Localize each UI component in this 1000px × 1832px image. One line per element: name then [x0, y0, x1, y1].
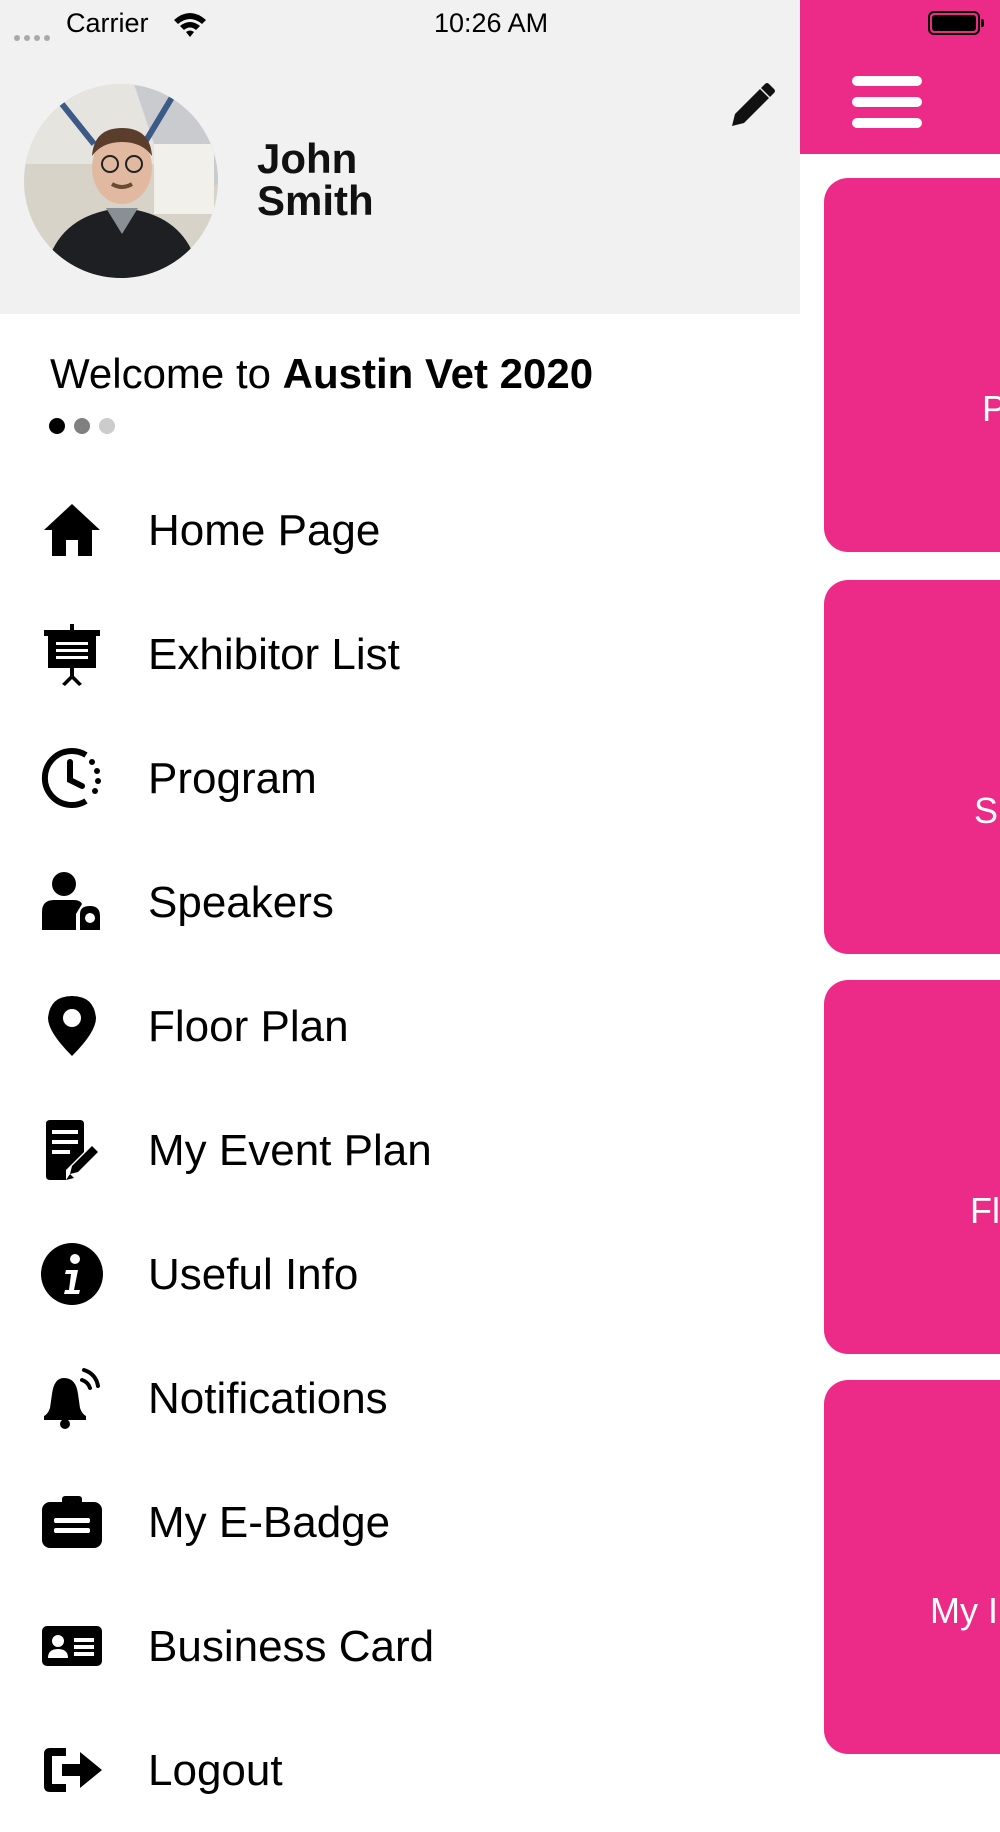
info-icon: [41, 1243, 103, 1305]
menu-item-label: Logout: [148, 1746, 283, 1795]
map-pin-icon: [48, 996, 96, 1056]
menu-item-label: Home Page: [148, 506, 381, 555]
menu-item-program[interactable]: Program: [0, 716, 800, 840]
id-card-icon: [42, 1626, 102, 1666]
menu-item-useful-info[interactable]: Useful Info: [0, 1212, 800, 1336]
presentation-board-icon: [44, 624, 100, 686]
tile-label: My I: [930, 1590, 998, 1631]
menu-item-my-event-plan[interactable]: My Event Plan: [0, 1088, 800, 1212]
carousel-dots[interactable]: [49, 418, 124, 439]
welcome-prefix: Welcome to: [50, 350, 283, 397]
logout-icon: [44, 1748, 102, 1792]
carousel-dot: [49, 418, 65, 434]
welcome-text: Welcome to Austin Vet 2020: [50, 350, 593, 398]
pencil-icon: [732, 83, 775, 126]
menu-item-floor-plan[interactable]: Floor Plan: [0, 964, 800, 1088]
home-tile[interactable]: S: [824, 580, 1000, 954]
menu-item-label: Business Card: [148, 1622, 435, 1671]
hamburger-menu-icon[interactable]: [852, 76, 922, 128]
document-edit-icon: [46, 1120, 98, 1180]
status-time: 10:26 AM: [434, 8, 549, 38]
tile-label: P: [982, 388, 1000, 429]
event-name: Austin Vet 2020: [282, 350, 594, 397]
status-bar: Carrier 10:26 AM: [0, 0, 800, 50]
menu-item-notifications[interactable]: Notifications: [0, 1336, 800, 1460]
menu-item-label: Speakers: [148, 878, 334, 927]
menu-item-label: Notifications: [148, 1374, 388, 1423]
carousel-dot: [99, 418, 115, 434]
menu-item-label: My E-Badge: [148, 1498, 391, 1547]
carrier-name: Carrier: [66, 8, 149, 38]
wifi-icon: [174, 13, 206, 37]
menu-item-label: Program: [148, 754, 317, 803]
menu-item-label: Floor Plan: [148, 1002, 349, 1051]
speaker-icon: [42, 872, 100, 930]
menu-item-speakers[interactable]: Speakers: [0, 840, 800, 964]
menu-item-label: Useful Info: [148, 1250, 359, 1299]
home-tile[interactable]: Fl: [824, 980, 1000, 1354]
tile-label: S: [974, 790, 999, 831]
menu-item-exhibitor-list[interactable]: Exhibitor List: [0, 592, 800, 716]
clock-icon: [41, 748, 101, 808]
menu-item-logout[interactable]: Logout: [0, 1708, 800, 1832]
menu-item-my-e-badge[interactable]: My E-Badge: [0, 1460, 800, 1584]
menu-item-home-page[interactable]: Home Page: [0, 468, 800, 592]
battery-icon: [928, 11, 984, 35]
home-tile[interactable]: P: [824, 178, 1000, 552]
menu-item-business-card[interactable]: Business Card: [0, 1584, 800, 1708]
menu-item-label: My Event Plan: [148, 1126, 432, 1175]
side-drawer: John Smith Welcome to Austin Vet 2020 Ho…: [0, 0, 800, 1795]
avatar[interactable]: [24, 84, 218, 278]
carousel-dot: [74, 418, 90, 434]
home-icon: [44, 504, 100, 556]
badge-icon: [42, 1496, 102, 1548]
edit-profile-button[interactable]: [724, 82, 776, 139]
user-name: John Smith: [257, 138, 374, 222]
signal-strength-icon: [14, 28, 54, 46]
tile-label: Fl: [970, 1190, 1000, 1231]
user-last-name: Smith: [257, 177, 374, 224]
menu-item-label: Exhibitor List: [148, 630, 400, 679]
bell-icon: [44, 1368, 100, 1429]
user-first-name: John: [257, 135, 358, 182]
home-tile[interactable]: My I: [824, 1380, 1000, 1754]
